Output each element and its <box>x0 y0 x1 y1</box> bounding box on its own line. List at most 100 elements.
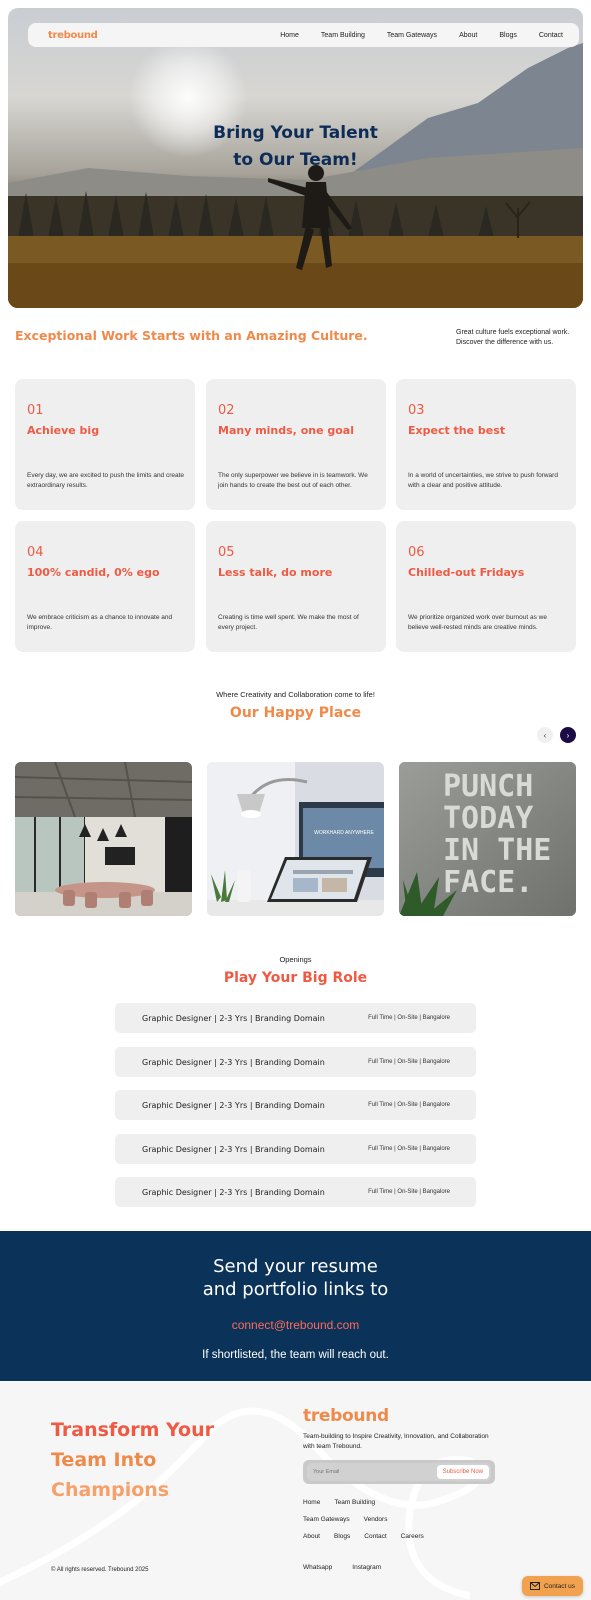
hero-banner: trebound Home Team Building Team Gateway… <box>8 8 583 308</box>
job-meta: Full Time | On-Site | Bangalore <box>368 1015 450 1021</box>
brand-logo[interactable]: trebound <box>48 30 98 41</box>
office-photo-desk-laptop: WORKHARD ANYWHERE <box>207 762 384 916</box>
value-description: In a world of uncertainties, we strive t… <box>408 472 558 489</box>
resume-heading: Send your resume and portfolio links to <box>0 1255 591 1301</box>
nav-link-blogs[interactable]: Blogs <box>499 32 517 39</box>
resume-note: If shortlisted, the team will reach out. <box>202 1349 389 1361</box>
job-meta: Full Time | On-Site | Bangalore <box>368 1146 450 1152</box>
value-card: 06 Chilled-out Fridays We prioritize org… <box>396 521 576 652</box>
value-description: Creating is time well spent. We make the… <box>218 614 359 631</box>
footer-link-careers[interactable]: Careers <box>401 1533 424 1540</box>
hero-title: Bring Your Talent to Our Team! <box>8 120 583 174</box>
footer-right-column: trebound Team-building to Inspire Creati… <box>303 1406 503 1545</box>
hero-title-line2: to Our Team! <box>233 150 358 170</box>
footer-link-team-gateways[interactable]: Team Gateways <box>303 1516 350 1523</box>
footer-title: Transform Your Team Into Champions <box>51 1415 214 1505</box>
social-link-whatsapp[interactable]: Whatsapp <box>303 1564 332 1571</box>
chevron-left-icon: ‹ <box>543 730 547 740</box>
nav-link-home[interactable]: Home <box>280 32 299 39</box>
nav-link-team-building[interactable]: Team Building <box>321 32 365 39</box>
subscribe-form: Subscribe Now <box>303 1460 495 1484</box>
footer-logo[interactable]: trebound <box>303 1406 503 1426</box>
value-description: Every day, we are excited to push the li… <box>27 472 185 489</box>
footer-link-about[interactable]: About <box>303 1533 320 1540</box>
value-card: 01 Achieve big Every day, we are excited… <box>15 379 195 510</box>
poster-line-2: TODAY <box>443 801 533 836</box>
carousel-next-button[interactable]: › <box>560 727 576 743</box>
chevron-right-icon: › <box>566 730 570 740</box>
value-title: Chilled-out Fridays <box>408 566 525 579</box>
footer-link-home[interactable]: Home <box>303 1499 320 1506</box>
value-description: The only superpower we believe in is tea… <box>218 472 368 489</box>
job-listing[interactable]: Graphic Designer | 2-3 Yrs | Branding Do… <box>115 1177 476 1207</box>
footer-title-line3: Champions <box>51 1479 170 1501</box>
value-number: 01 <box>27 403 44 418</box>
office-photo-motivational-wall: PUNCH TODAY IN THE FACE. <box>399 762 576 916</box>
value-title: 100% candid, 0% ego <box>27 566 160 579</box>
job-title: Graphic Designer | 2-3 Yrs | Branding Do… <box>142 1187 325 1197</box>
job-listing[interactable]: Graphic Designer | 2-3 Yrs | Branding Do… <box>115 1090 476 1120</box>
culture-heading: Exceptional Work Starts with an Amazing … <box>15 328 368 343</box>
hero-title-line1: Bring Your Talent <box>213 123 378 143</box>
poster-line-3: IN THE <box>443 833 551 868</box>
value-number: 05 <box>218 545 235 560</box>
job-meta: Full Time | On-Site | Bangalore <box>368 1059 450 1065</box>
value-number: 02 <box>218 403 235 418</box>
value-title: Many minds, one goal <box>218 424 354 437</box>
openings-title: Play Your Big Role <box>223 970 368 986</box>
value-card: 04 100% candid, 0% ego We embrace critic… <box>15 521 195 652</box>
nav-link-contact[interactable]: Contact <box>539 32 563 39</box>
openings-subtitle: Openings <box>279 955 312 964</box>
person-silhouette <box>268 165 352 270</box>
footer-title-line1: Transform Your <box>51 1419 214 1441</box>
footer-links: Home Team Building Team Gateways Vendors… <box>303 1494 503 1545</box>
footer-link-blogs[interactable]: Blogs <box>334 1533 350 1540</box>
footer-title-line2: Team Into <box>51 1449 157 1471</box>
social-link-instagram[interactable]: Instagram <box>352 1564 381 1571</box>
footer-link-contact[interactable]: Contact <box>364 1533 386 1540</box>
footer-social-links: Whatsapp Instagram <box>303 1564 401 1571</box>
footer-link-vendors[interactable]: Vendors <box>364 1516 388 1523</box>
job-listing[interactable]: Graphic Designer | 2-3 Yrs | Branding Do… <box>115 1134 476 1164</box>
value-number: 04 <box>27 545 44 560</box>
happy-place-title: Our Happy Place <box>229 705 362 721</box>
job-listing[interactable]: Graphic Designer | 2-3 Yrs | Branding Do… <box>115 1003 476 1033</box>
job-meta: Full Time | On-Site | Bangalore <box>368 1189 450 1195</box>
job-listing[interactable]: Graphic Designer | 2-3 Yrs | Branding Do… <box>115 1047 476 1077</box>
value-title: Expect the best <box>408 424 506 437</box>
happy-place-subtitle: Where Creativity and Collaboration come … <box>216 690 375 699</box>
job-title: Graphic Designer | 2-3 Yrs | Branding Do… <box>142 1100 325 1110</box>
value-number: 06 <box>408 545 425 560</box>
value-description: We prioritize organized work over burnou… <box>408 614 547 631</box>
footer: Transform Your Team Into Champions © All… <box>0 1381 591 1600</box>
footer-tagline: Team-building to Inspire Creativity, Inn… <box>303 1433 489 1450</box>
carousel-prev-button[interactable]: ‹ <box>537 727 553 743</box>
resume-heading-line1: Send your resume <box>213 1256 378 1277</box>
contact-us-button[interactable]: Contact us <box>522 1576 583 1596</box>
office-photo-meeting-room <box>15 762 192 916</box>
nav-link-about[interactable]: About <box>459 32 477 39</box>
nav-links: Home Team Building Team Gateways About B… <box>258 32 563 39</box>
job-meta: Full Time | On-Site | Bangalore <box>368 1102 450 1108</box>
job-title: Graphic Designer | 2-3 Yrs | Branding Do… <box>142 1057 325 1067</box>
resume-email-link[interactable]: connect@trebound.com <box>0 1318 591 1332</box>
mail-icon <box>529 1582 540 1590</box>
poster-line-1: PUNCH <box>443 769 533 804</box>
subscribe-button[interactable]: Subscribe Now <box>436 1465 489 1479</box>
value-card: 03 Expect the best In a world of uncerta… <box>396 379 576 510</box>
poster-line-4: FACE. <box>443 865 533 900</box>
value-title: Achieve big <box>27 424 100 437</box>
resume-heading-line2: and portfolio links to <box>202 1279 389 1300</box>
culture-side-text: Great culture fuels exceptional work. Di… <box>456 329 570 346</box>
contact-us-label: Contact us <box>543 1582 576 1590</box>
footer-link-team-building[interactable]: Team Building <box>334 1499 375 1506</box>
job-title: Graphic Designer | 2-3 Yrs | Branding Do… <box>142 1013 325 1023</box>
top-navbar: trebound Home Team Building Team Gateway… <box>28 23 579 47</box>
value-number: 03 <box>408 403 425 418</box>
nav-link-team-gateways[interactable]: Team Gateways <box>387 32 437 39</box>
job-title: Graphic Designer | 2-3 Yrs | Branding Do… <box>142 1144 325 1154</box>
screen-text: WORKHARD ANYWHERE <box>314 830 374 836</box>
resume-section: Send your resume and portfolio links to … <box>0 1231 591 1381</box>
value-title: Less talk, do more <box>218 566 333 579</box>
footer-copyright: © All rights reserved. Trebound 2025 <box>51 1567 149 1573</box>
